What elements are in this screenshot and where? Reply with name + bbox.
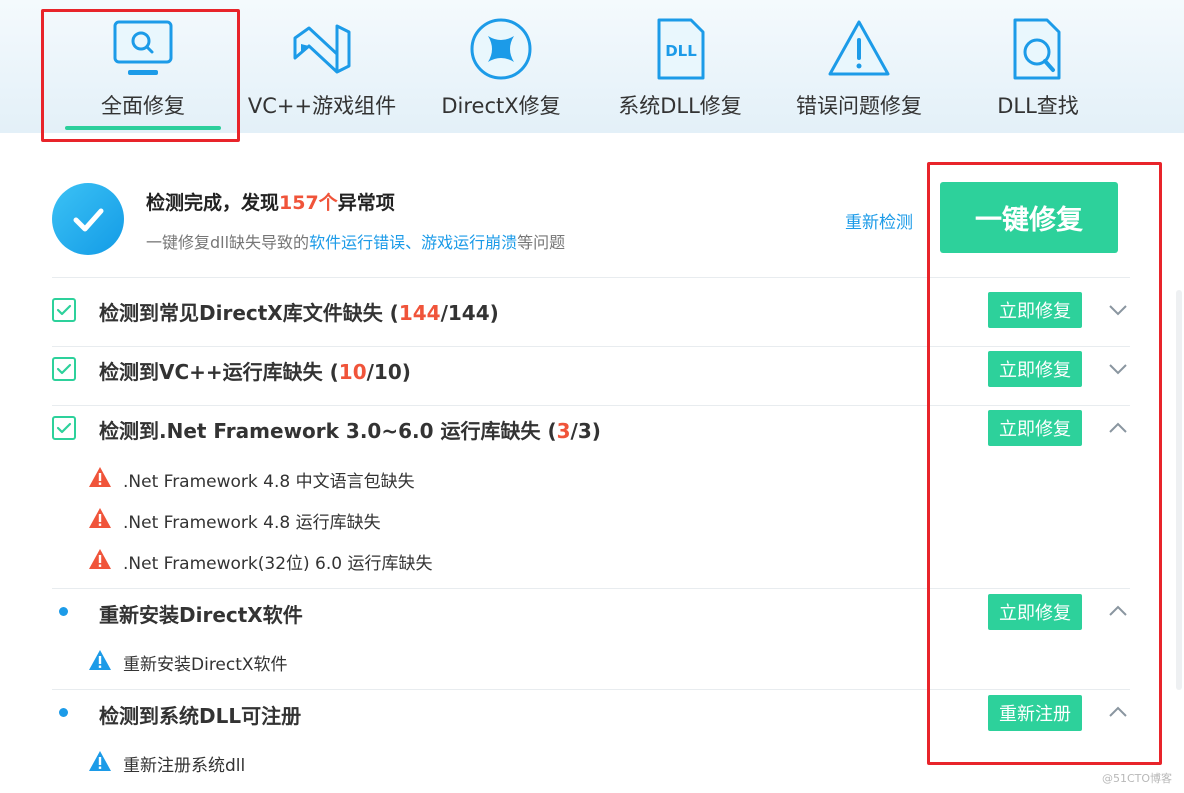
fix-now-button[interactable]: 立即修复 — [988, 292, 1082, 328]
scan-result-title: 检测完成，发现157个异常项 — [146, 192, 395, 214]
item-title-register-dll: 检测到系统DLL可注册 — [99, 704, 302, 728]
item-checkbox[interactable] — [52, 357, 76, 381]
item-checkbox[interactable] — [52, 298, 76, 322]
info-warning-icon — [89, 751, 111, 771]
check-complete-icon — [52, 183, 124, 255]
bullet-dot — [59, 607, 68, 616]
tab-label: DLL查找 — [997, 94, 1079, 118]
tab-dll-search[interactable]: DLL查找 — [948, 0, 1128, 133]
tab-directx-repair[interactable]: DirectX修复 — [411, 0, 591, 133]
scrollbar[interactable] — [1176, 290, 1182, 690]
sub-item: .Net Framework(32位) 6.0 运行库缺失 — [123, 554, 433, 574]
dll-file-icon: DLL — [657, 18, 705, 80]
chevron-down-icon[interactable] — [1108, 363, 1128, 375]
svg-text:DLL: DLL — [665, 42, 697, 60]
monitor-search-icon — [113, 20, 173, 75]
divider — [52, 689, 1130, 690]
tab-full-repair[interactable]: 全面修复 — [53, 0, 233, 133]
sub-item: 重新安装DirectX软件 — [123, 655, 288, 675]
warning-triangle-icon — [828, 20, 890, 76]
divider — [52, 588, 1130, 589]
fix-now-button[interactable]: 立即修复 — [988, 351, 1082, 387]
scan-result-subtitle: 一键修复dll缺失导致的软件运行错误、游戏运行崩溃等问题 — [146, 233, 566, 252]
fix-all-button[interactable]: 一键修复 — [940, 182, 1118, 253]
anomaly-count: 157个 — [279, 192, 338, 214]
re-register-button[interactable]: 重新注册 — [988, 695, 1082, 731]
item-title-reinstall-directx: 重新安装DirectX软件 — [99, 603, 303, 627]
tab-system-dll-repair[interactable]: DLL 系统DLL修复 — [590, 0, 770, 133]
fix-now-button[interactable]: 立即修复 — [988, 410, 1082, 446]
sub-item: .Net Framework 4.8 中文语言包缺失 — [123, 472, 415, 492]
tab-error-repair[interactable]: 错误问题修复 — [769, 0, 949, 133]
tab-label: VC++游戏组件 — [247, 94, 397, 118]
active-tab-indicator — [65, 126, 221, 130]
item-title-dotnet: 检测到.Net Framework 3.0~6.0 运行库缺失 (3/3) — [99, 419, 601, 443]
chevron-up-icon[interactable] — [1108, 422, 1128, 434]
fix-now-button[interactable]: 立即修复 — [988, 594, 1082, 630]
chevron-down-icon[interactable] — [1108, 304, 1128, 316]
file-search-icon — [1013, 18, 1061, 80]
bullet-dot — [59, 708, 68, 717]
tab-label: 系统DLL修复 — [618, 94, 742, 118]
error-warning-icon — [89, 549, 111, 569]
recheck-link[interactable]: 重新检测 — [845, 208, 913, 233]
sub-item: .Net Framework 4.8 运行库缺失 — [123, 513, 381, 533]
chevron-up-icon[interactable] — [1108, 605, 1128, 617]
chevron-up-icon[interactable] — [1108, 706, 1128, 718]
divider — [52, 277, 1130, 278]
item-title-vc: 检测到VC++运行库缺失 (10/10) — [99, 360, 411, 384]
item-title-directx: 检测到常见DirectX库文件缺失 (144/144) — [99, 301, 499, 325]
top-tab-bar: 全面修复 VC++游戏组件 DirectX修复 DLL 系统DLL修复 错误问题… — [0, 0, 1184, 133]
sub-item: 重新注册系统dll — [123, 756, 246, 776]
watermark: @51CTO博客 — [1102, 772, 1173, 785]
error-warning-icon — [89, 508, 111, 528]
directx-icon — [470, 18, 532, 80]
error-warning-icon — [89, 467, 111, 487]
divider — [52, 346, 1130, 347]
visual-studio-icon — [293, 24, 351, 74]
tab-label: 错误问题修复 — [796, 94, 922, 118]
divider — [52, 405, 1130, 406]
item-checkbox[interactable] — [52, 416, 76, 440]
tab-label: DirectX修复 — [441, 94, 561, 118]
info-warning-icon — [89, 650, 111, 670]
tab-vc-game-components[interactable]: VC++游戏组件 — [232, 0, 412, 133]
tab-label: 全面修复 — [101, 94, 185, 118]
